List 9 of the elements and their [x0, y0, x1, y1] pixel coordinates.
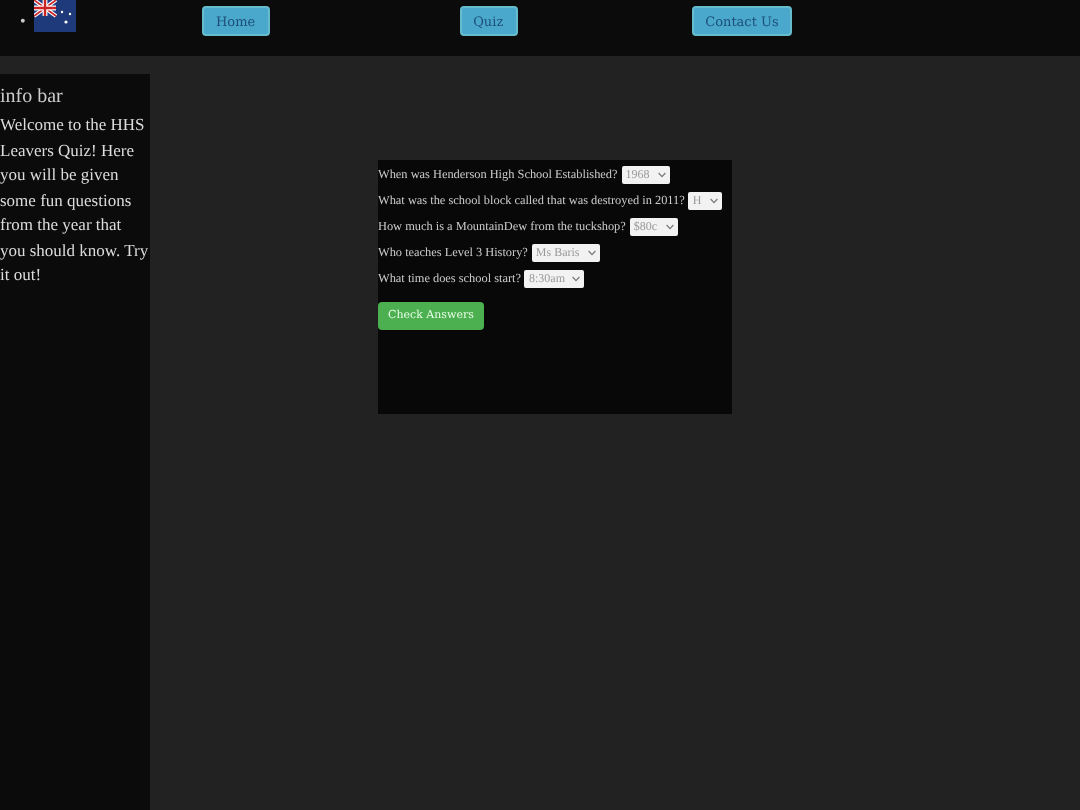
chevron-down-icon [657, 172, 666, 178]
sidebar-title: info bar [0, 86, 65, 108]
chevron-down-icon [665, 224, 674, 230]
chevron-down-icon [572, 276, 581, 282]
chevron-down-icon [587, 250, 596, 256]
flag-icon [34, 0, 76, 32]
sidebar-text: Welcome to the HHS Leavers Quiz! Here you will be given some fun questions from the year that you should know. Try it out! [0, 112, 150, 287]
list-bullet: • [20, 12, 28, 30]
chevron-down-icon [709, 198, 718, 204]
